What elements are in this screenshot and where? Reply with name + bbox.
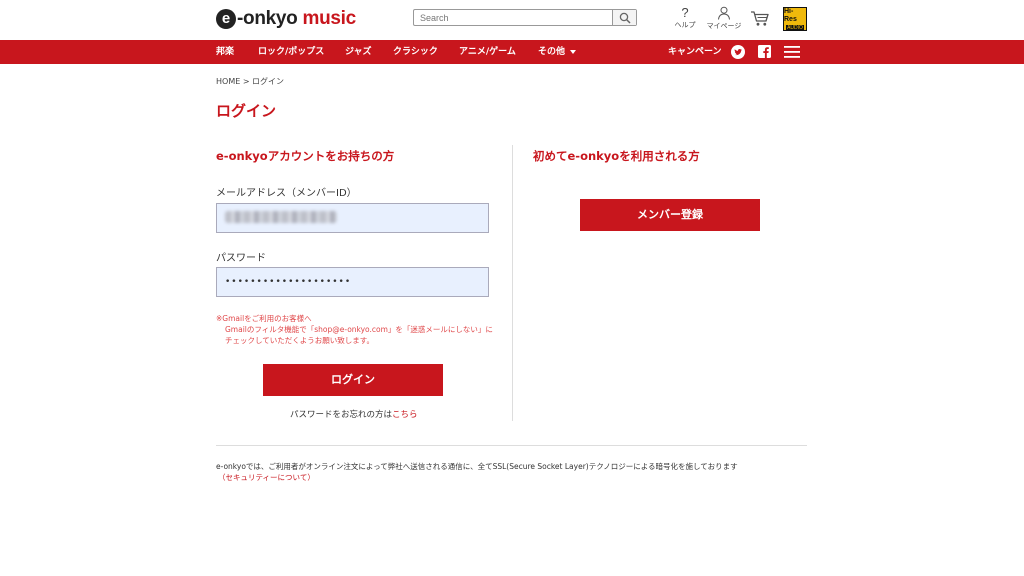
logo-text: -onkyo: [237, 8, 298, 29]
cart-icon: [751, 11, 769, 26]
security-link[interactable]: （セキュリティーについて）: [218, 472, 315, 483]
login-section-heading: e-onkyoアカウントをお持ちの方: [216, 149, 395, 163]
user-icon: [718, 6, 730, 20]
nav-item-hougaku[interactable]: 邦楽: [216, 40, 234, 64]
footer-divider: [216, 445, 807, 446]
email-value-redacted: [225, 211, 337, 223]
register-section-heading: 初めてe-onkyoを利用される方: [533, 149, 700, 163]
forgot-password-link[interactable]: こちら: [392, 410, 418, 420]
ssl-notice: e-onkyoでは、ご利用者がオンライン注文によって弊社へ送信される通信に、全て…: [216, 462, 738, 471]
nav-item-other-label: その他: [538, 47, 566, 57]
search-box: [413, 9, 637, 26]
facebook-icon[interactable]: [758, 45, 771, 58]
forgot-password: パスワードをお忘れの方はこちら: [290, 408, 418, 420]
caret-down-icon: [570, 49, 577, 54]
nav-item-rock-pops[interactable]: ロック/ポップス: [258, 40, 324, 64]
search-icon: [619, 12, 631, 24]
hires-audio-badge[interactable]: Hi-Res AUDIO: [783, 7, 807, 31]
help-label: ヘルプ: [674, 21, 696, 29]
logo-music: music: [302, 8, 356, 29]
gmail-notice: ※Gmailをご利用のお客様へ Gmailのフィルタ機能で「shop@e-onk…: [216, 313, 493, 346]
gmail-notice-line1: ※Gmailをご利用のお客様へ: [216, 314, 312, 323]
gmail-notice-line2: Gmailのフィルタ機能で「shop@e-onkyo.com」を「迷惑メールにし…: [225, 325, 493, 334]
site-logo[interactable]: e -onkyo music: [216, 7, 356, 31]
help-link[interactable]: ? ヘルプ: [672, 6, 698, 30]
site-header: e -onkyo music ? ヘルプ マイページ Hi-Re: [0, 0, 1024, 40]
member-register-button[interactable]: メンバー登録: [580, 199, 760, 231]
cart-link[interactable]: [750, 10, 770, 27]
nav-item-classic[interactable]: クラシック: [393, 40, 438, 64]
email-label: メールアドレス（メンバーID）: [216, 188, 357, 199]
nav-item-anime-game[interactable]: アニメ/ゲーム: [459, 40, 516, 64]
search-button[interactable]: [612, 10, 636, 25]
gmail-notice-line3: チェックしていただくようお願い致します。: [225, 336, 375, 345]
mypage-link[interactable]: マイページ: [706, 6, 742, 31]
main-nav: 邦楽 ロック/ポップス ジャズ クラシック アニメ/ゲーム その他 キャンペーン: [0, 40, 1024, 64]
nav-item-other[interactable]: その他: [538, 40, 577, 64]
hires-label: Hi-Res: [784, 7, 797, 23]
hires-audio-label: AUDIO: [786, 24, 804, 31]
forgot-password-text: パスワードをお忘れの方は: [290, 410, 393, 420]
nav-campaign[interactable]: キャンペーン: [668, 40, 722, 64]
search-input[interactable]: [414, 10, 612, 25]
twitter-icon[interactable]: [731, 45, 745, 59]
nav-item-jazz[interactable]: ジャズ: [345, 40, 372, 64]
login-button[interactable]: ログイン: [263, 364, 443, 396]
page-title: ログイン: [216, 102, 277, 120]
password-label: パスワード: [216, 253, 266, 264]
hamburger-menu-icon[interactable]: [784, 46, 800, 58]
help-icon: ?: [681, 5, 689, 20]
password-field[interactable]: [216, 267, 489, 297]
breadcrumb[interactable]: HOME > ログイン: [216, 76, 284, 87]
column-divider: [512, 145, 513, 421]
mypage-label: マイページ: [706, 22, 742, 30]
logo-e-mark: e: [216, 9, 236, 29]
